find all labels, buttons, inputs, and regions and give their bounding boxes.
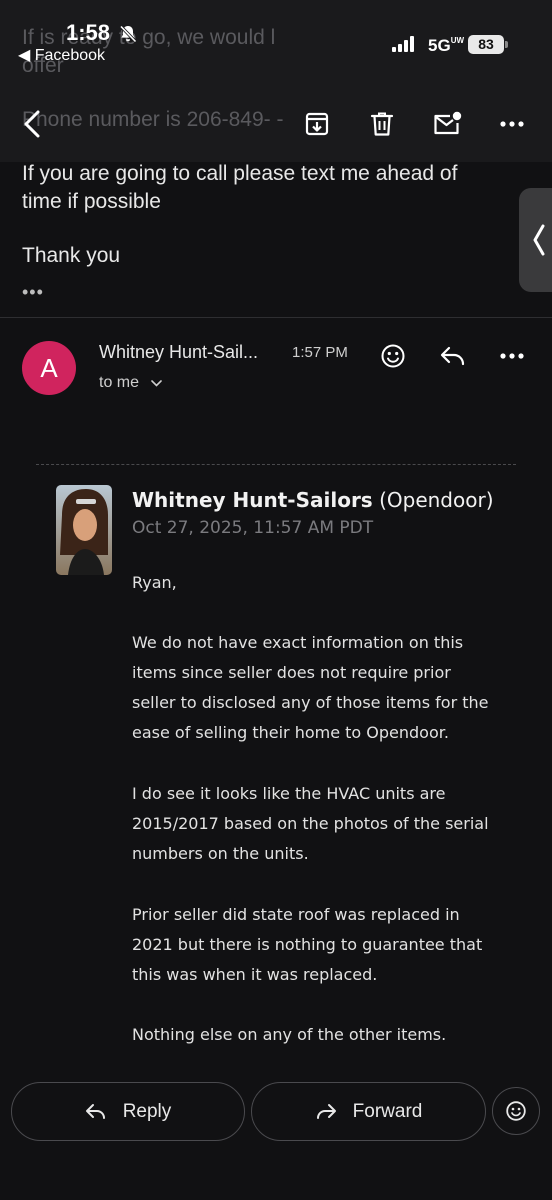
delete-button[interactable]	[362, 104, 402, 144]
quoted-sender-company: (Opendoor)	[379, 488, 494, 512]
battery-indicator: 83	[468, 35, 504, 54]
quoted-body-line: this was when it was replaced.	[132, 965, 378, 984]
more-options-button[interactable]	[492, 104, 532, 144]
sender-avatar[interactable]: A	[22, 341, 76, 395]
message-more-button[interactable]	[492, 336, 532, 376]
archive-icon	[305, 112, 329, 136]
more-horizontal-icon	[500, 353, 524, 359]
forward-button[interactable]: Forward	[251, 1082, 486, 1141]
more-horizontal-icon	[500, 121, 524, 127]
recipient-details-toggle[interactable]: to me	[99, 374, 162, 392]
reply-icon	[85, 1104, 105, 1119]
message-divider	[0, 317, 552, 318]
quoted-body-line: We do not have exact information on this	[132, 633, 464, 652]
quoted-body-line: Prior seller did state roof was replaced…	[132, 905, 460, 924]
network-label: 5GUW	[428, 36, 465, 55]
quoted-body-line: seller to disclosed any of those items f…	[132, 693, 489, 712]
quoted-body-line: items since seller does not require prio…	[132, 663, 451, 682]
back-button[interactable]	[14, 104, 50, 144]
reply-label: Reply	[122, 1100, 172, 1122]
previous-message-text: time if possible	[22, 190, 161, 213]
top-toolbar: If is ready to go, we would l offer Phon…	[0, 0, 552, 162]
forward-label: Forward	[352, 1100, 423, 1122]
forward-icon	[316, 1104, 336, 1119]
previous-message-text: If you are going to call please text me …	[22, 162, 458, 185]
back-to-app-link[interactable]: ◀ Facebook	[18, 45, 105, 65]
reply-icon-button[interactable]	[433, 336, 473, 376]
mark-unread-button[interactable]	[427, 104, 467, 144]
smiley-icon	[506, 1101, 526, 1121]
quoted-body-line: ease of selling their home to Opendoor.	[132, 723, 449, 742]
scrolled-text-ghost: Phone number is 206-849- -	[22, 108, 284, 131]
message-time: 1:57 PM	[292, 344, 348, 361]
quoted-body-line: 2015/2017 based on the photos of the ser…	[132, 814, 489, 833]
add-reaction-button[interactable]	[373, 336, 413, 376]
react-button[interactable]	[492, 1087, 540, 1135]
previous-message-text: Thank you	[22, 244, 121, 267]
quoted-body-line: 2021 but there is nothing to guarantee t…	[132, 935, 483, 954]
quoted-sender: Whitney Hunt-Sailors (Opendoor)	[132, 488, 494, 512]
sender-name[interactable]: Whitney Hunt-Sail...	[99, 342, 258, 363]
archive-button[interactable]	[297, 104, 337, 144]
quoted-date: Oct 27, 2025, 11:57 AM PDT	[132, 518, 374, 538]
quote-separator	[36, 464, 516, 465]
mail-unread-icon	[434, 111, 462, 135]
status-time: 1:58	[66, 20, 111, 45]
chevron-left-icon	[24, 110, 40, 138]
sender-photo	[56, 485, 112, 575]
trash-icon	[370, 112, 394, 136]
quoted-body-line: I do see it looks like the HVAC units ar…	[132, 784, 446, 803]
bell-slash-icon	[119, 25, 137, 43]
profile-photo-icon	[56, 485, 112, 575]
chevron-left-icon	[533, 224, 545, 256]
quoted-body-line: Ryan,	[132, 573, 177, 592]
quoted-body-line: Nothing else on any of the other items.	[132, 1025, 447, 1044]
chevron-down-icon	[151, 379, 162, 387]
quoted-body-line: numbers on the units.	[132, 844, 309, 863]
reply-icon	[440, 346, 465, 366]
battery-tip	[505, 41, 508, 48]
signal-icon	[392, 36, 414, 52]
show-trimmed-content-button[interactable]: •••	[22, 282, 44, 303]
smiley-icon	[381, 344, 405, 368]
side-panel-handle[interactable]	[519, 188, 552, 292]
quoted-sender-name: Whitney Hunt-Sailors	[132, 488, 373, 512]
recipient-label: to me	[99, 374, 140, 391]
reply-button[interactable]: Reply	[11, 1082, 245, 1141]
